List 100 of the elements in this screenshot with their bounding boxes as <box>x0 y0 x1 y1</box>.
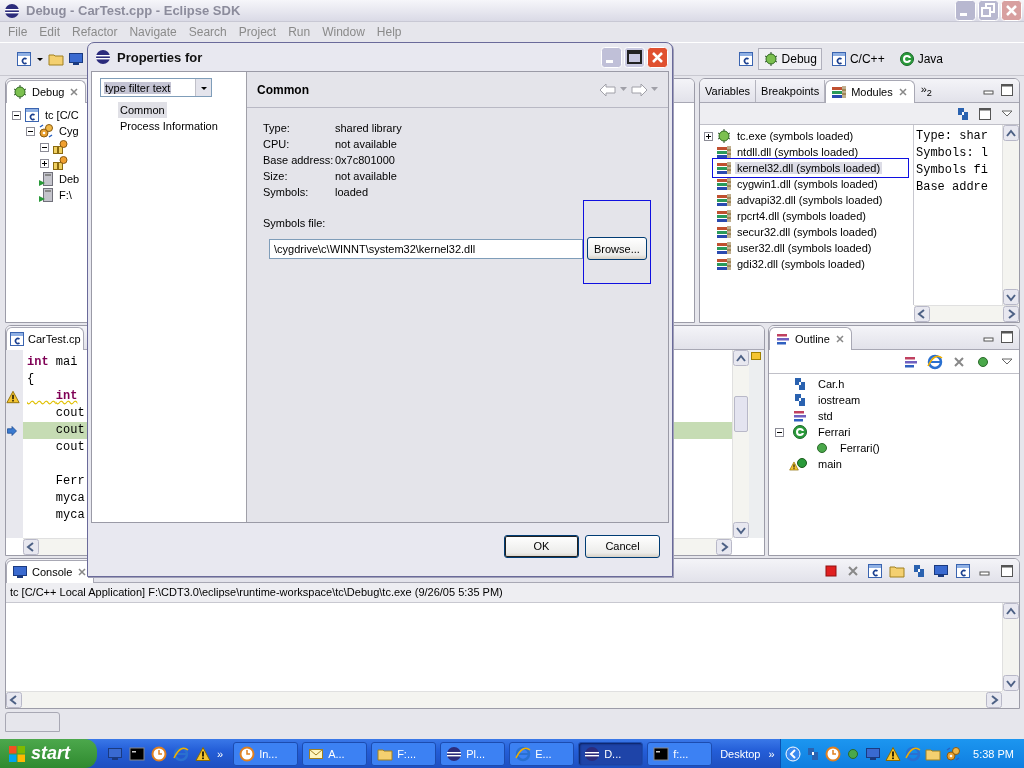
clock-icon[interactable] <box>151 745 167 762</box>
scroll-down-button[interactable] <box>1003 675 1019 692</box>
tree-item[interactable]: tc [C/C <box>43 109 81 122</box>
taskbar-button[interactable]: D... <box>578 741 644 766</box>
tree-item[interactable]: F:\ <box>57 189 74 202</box>
property-value: not available <box>335 170 398 182</box>
close-button[interactable] <box>647 46 668 68</box>
view-tab[interactable]: Variables <box>700 80 757 103</box>
module-item[interactable]: cygwin1.dll (symbols loaded) <box>735 178 880 191</box>
library-icon <box>716 224 732 241</box>
outline-item[interactable]: Ferrari <box>816 426 853 439</box>
taskbar-button[interactable]: F:... <box>371 741 437 766</box>
taskbar-button[interactable]: f:... <box>647 741 713 766</box>
taskbar-button[interactable]: Pl... <box>440 741 506 766</box>
process-icon <box>38 187 54 204</box>
outline-item[interactable]: Car.h <box>816 378 847 391</box>
tree-item[interactable]: Cyg <box>57 125 81 138</box>
scrollbar-thumb[interactable] <box>734 396 748 433</box>
toggle-icon[interactable] <box>704 131 713 141</box>
page-item[interactable]: Process Information <box>118 118 220 134</box>
module-item[interactable]: secur32.dll (symbols loaded) <box>735 226 879 239</box>
browse-button[interactable]: Browse... <box>587 237 647 260</box>
display-console-icon[interactable] <box>933 563 949 580</box>
symbols-file-field[interactable]: \cygdrive\c\WINNT\system32\kernel32.dll <box>269 238 583 259</box>
scroll-up-button[interactable] <box>1003 125 1019 142</box>
filter-field[interactable]: type filter text <box>100 78 212 97</box>
view-tab[interactable]: CarTest.cp <box>6 327 84 351</box>
maximize-button[interactable] <box>624 46 645 68</box>
module-item[interactable]: gdi32.dll (symbols loaded) <box>735 258 867 271</box>
perspective-icon <box>762 51 779 68</box>
view-tab[interactable]: Modules <box>825 80 915 104</box>
scroll-down-button[interactable] <box>1003 289 1019 306</box>
scroll-up-button[interactable] <box>733 350 749 367</box>
perspective-icon <box>898 51 915 68</box>
thread-icon <box>52 155 68 172</box>
window-icon[interactable] <box>129 745 145 762</box>
gears-icon <box>38 123 54 140</box>
more-tasks-button[interactable]: » <box>768 747 775 760</box>
outline-item[interactable]: iostream <box>816 394 863 407</box>
page-item[interactable]: Common <box>118 102 167 118</box>
scroll-left-button[interactable] <box>23 539 39 556</box>
toggle-icon[interactable] <box>775 427 784 437</box>
toggle-icon[interactable] <box>26 126 35 136</box>
scroll-left-button[interactable] <box>6 692 22 709</box>
taskbar-button[interactable]: In... <box>233 741 299 766</box>
bug-icon <box>716 128 732 145</box>
scroll-left-button[interactable] <box>914 306 930 323</box>
toggle-icon[interactable] <box>40 142 49 152</box>
code-line: myca <box>54 507 86 525</box>
outline-item[interactable]: main <box>816 458 844 471</box>
back-arrow-icon[interactable] <box>599 82 617 97</box>
outline-item[interactable]: std <box>816 410 835 423</box>
view-tab[interactable]: Outline <box>769 327 852 351</box>
warning-marker-icon[interactable] <box>751 352 761 361</box>
scroll-right-button[interactable] <box>1003 306 1019 323</box>
eclipse-icon <box>584 745 601 762</box>
maximize-icon[interactable] <box>999 329 1015 346</box>
module-item[interactable]: kernel32.dll (symbols loaded) <box>735 162 883 175</box>
console-icon <box>653 745 670 762</box>
perspective-button[interactable]: Java <box>893 48 948 71</box>
clock: 5:38 PM <box>973 747 1014 760</box>
perspective-button[interactable]: Debug <box>757 48 822 71</box>
show-hidden-icons-button[interactable] <box>785 745 802 762</box>
taskbar-button[interactable]: E... <box>509 741 575 766</box>
view-tab[interactable]: Console <box>6 560 95 584</box>
forward-arrow-icon[interactable] <box>630 82 648 97</box>
triangle-icon[interactable] <box>195 745 211 762</box>
scroll-right-button[interactable] <box>986 692 1002 709</box>
browser-icon[interactable] <box>173 745 189 762</box>
maximize-icon[interactable] <box>999 563 1015 580</box>
maximize-icon[interactable] <box>999 82 1015 99</box>
module-item[interactable]: tc.exe (symbols loaded) <box>735 130 856 143</box>
scroll-up-button[interactable] <box>1003 603 1019 620</box>
tray-icon[interactable] <box>885 745 902 762</box>
toggle-icon[interactable] <box>40 158 49 168</box>
scroll-down-button[interactable] <box>733 522 749 539</box>
property-value: loaded <box>335 186 370 198</box>
include-icon <box>792 376 808 393</box>
cancel-button[interactable]: Cancel <box>585 534 660 558</box>
more-tabs-indicator[interactable]: »$_{2}$ <box>914 82 938 103</box>
view-tab[interactable]: Debug <box>6 80 87 104</box>
terminate-icon[interactable] <box>823 563 839 580</box>
outline-item[interactable]: Ferrari() <box>838 442 882 455</box>
module-item[interactable]: user32.dll (symbols loaded) <box>735 242 874 255</box>
module-item[interactable]: ntdll.dll (symbols loaded) <box>735 146 861 159</box>
new-icon[interactable] <box>16 51 32 68</box>
taskbar-button[interactable]: A... <box>302 741 368 766</box>
scroll-right-button[interactable] <box>716 539 732 556</box>
start-button[interactable]: start <box>0 739 97 768</box>
toggle-icon[interactable] <box>12 110 21 120</box>
module-item[interactable]: rpcrt4.dll (symbols loaded) <box>735 210 868 223</box>
dropdown-caret-icon[interactable] <box>36 56 44 63</box>
tree-item[interactable]: Deb <box>57 173 82 186</box>
desktop-toolbar[interactable]: Desktop <box>716 747 765 760</box>
tray-icon[interactable] <box>825 745 842 762</box>
module-item[interactable]: advapi32.dll (symbols loaded) <box>735 194 885 207</box>
perspective-button[interactable]: C/C++ <box>825 48 890 71</box>
dropdown-caret-icon[interactable] <box>199 84 208 91</box>
more-icons-button[interactable]: » <box>217 747 224 760</box>
ok-button[interactable]: OK <box>504 534 579 558</box>
